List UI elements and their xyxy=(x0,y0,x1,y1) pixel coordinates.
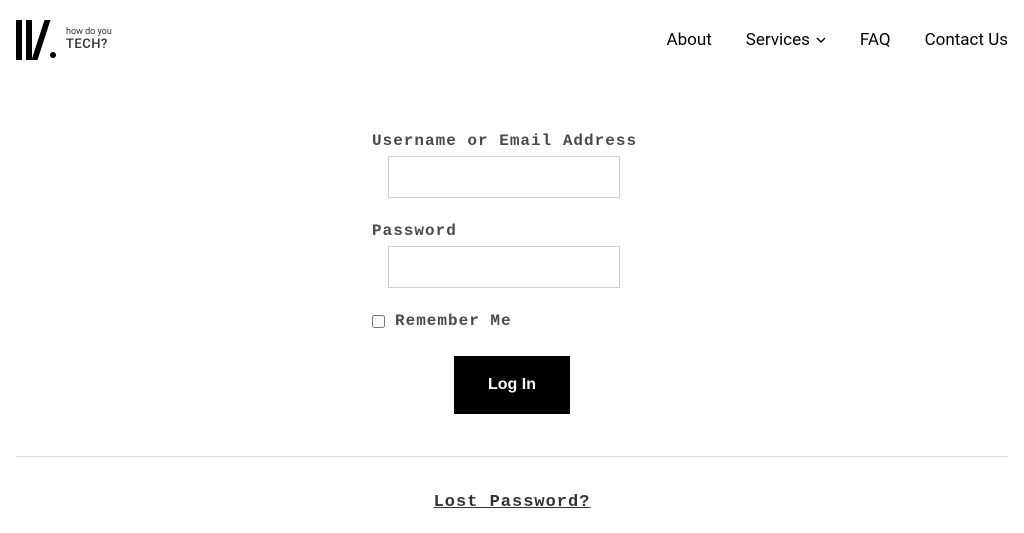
logo-dot xyxy=(50,52,56,58)
header: how do you TECH? About Services FAQ Cont… xyxy=(0,0,1024,60)
logo-bar-1 xyxy=(16,20,22,60)
password-input[interactable] xyxy=(388,246,620,288)
password-label: Password xyxy=(372,222,652,240)
nav-about[interactable]: About xyxy=(667,30,712,50)
login-button[interactable]: Log In xyxy=(454,356,570,414)
chevron-down-icon xyxy=(816,35,826,45)
logo-bar-2 xyxy=(26,20,32,60)
lost-password-link[interactable]: Lost Password? xyxy=(434,493,591,512)
lost-password-section: Lost Password? xyxy=(0,491,1024,512)
logo-text: how do you TECH? xyxy=(66,28,112,51)
username-input[interactable] xyxy=(388,156,620,198)
login-form: Username or Email Address Password Remem… xyxy=(372,132,652,414)
nav-contact[interactable]: Contact Us xyxy=(925,30,1008,50)
nav-services-label: Services xyxy=(746,30,810,50)
logo[interactable]: how do you TECH? xyxy=(16,20,112,60)
remember-row: Remember Me xyxy=(372,312,652,330)
main-content: Username or Email Address Password Remem… xyxy=(0,132,1024,414)
nav-services[interactable]: Services xyxy=(746,30,826,50)
logo-brand: TECH? xyxy=(66,38,112,52)
logo-mark xyxy=(16,20,56,60)
remember-checkbox[interactable] xyxy=(372,315,385,328)
remember-label: Remember Me xyxy=(395,312,512,330)
logo-slash xyxy=(32,20,51,60)
main-nav: About Services FAQ Contact Us xyxy=(667,30,1008,50)
divider xyxy=(16,456,1008,457)
nav-faq[interactable]: FAQ xyxy=(860,30,891,50)
username-label: Username or Email Address xyxy=(372,132,652,150)
